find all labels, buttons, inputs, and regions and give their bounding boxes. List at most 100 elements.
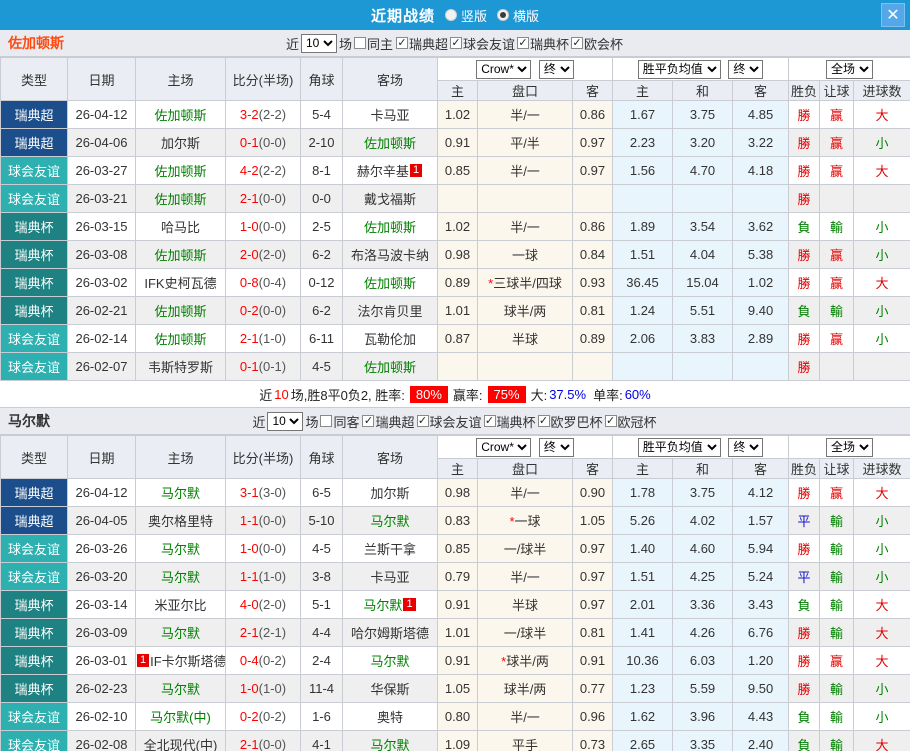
- avg-draw-odds: 4.70: [672, 156, 734, 185]
- league-filter[interactable]: ✓ 欧罗巴杯: [537, 412, 603, 431]
- subcol-odds-away: 客: [571, 80, 614, 101]
- match-date: 26-04-06: [67, 128, 136, 157]
- home-team: 加尔斯: [135, 128, 226, 157]
- match-row: 瑞典超 26-04-06 加尔斯 0-1(0-0) 2-10 佐加顿斯 0.91 平/半 0.9…: [0, 128, 910, 157]
- fulltime-score: 1-0: [239, 541, 259, 556]
- avg-away-odds: 2.40: [732, 730, 790, 751]
- match-score: 2-0(2-0): [225, 240, 301, 269]
- result-goals: 大: [853, 730, 910, 751]
- handicap: [477, 184, 573, 213]
- halftime-score: (0-0): [258, 541, 287, 556]
- league-filter[interactable]: ✓ 球会友谊: [416, 412, 482, 431]
- fulltime-score: 0-2: [239, 303, 259, 318]
- rounds-select[interactable]: 10: [300, 33, 337, 53]
- odds-company-select[interactable]: Crow*: [476, 437, 532, 457]
- odds-home: 0.80: [437, 702, 478, 731]
- odds-time-select[interactable]: 终: [538, 59, 574, 79]
- avg-away-odds: 4.85: [732, 100, 790, 129]
- odds-time-select[interactable]: 终: [538, 437, 574, 457]
- col-corner: 角球: [300, 57, 343, 101]
- profit-label: 赢率:: [452, 387, 483, 403]
- away-team: 卡马亚: [342, 562, 438, 591]
- corner-score: 11-4: [300, 674, 343, 703]
- handicap: 球半/两: [477, 296, 573, 325]
- home-team: 奥尔格里特: [135, 506, 226, 535]
- team-label: 佐加顿斯: [363, 220, 416, 235]
- home-team: 哈马比: [135, 212, 226, 241]
- odds-away: 0.97: [571, 534, 614, 563]
- home-team: 佐加顿斯: [135, 100, 226, 129]
- avg-type-select[interactable]: 胜平负均值: [637, 59, 721, 79]
- checkbox-checked-icon[interactable]: ✓: [537, 415, 550, 427]
- checkbox-checked-icon[interactable]: ✓: [517, 37, 530, 49]
- avg-away-odds: 1.57: [732, 506, 790, 535]
- scope-select[interactable]: 全场: [826, 437, 874, 457]
- league-badge: 瑞典超: [0, 506, 68, 535]
- league-badge: 瑞典杯: [0, 240, 68, 269]
- corner-score: 2-5: [300, 212, 343, 241]
- result-handicap: 赢: [819, 268, 855, 297]
- summary-bar: 近 10 场,胜8平0负2, 胜率: 80% 赢率: 75% 大: 37.5% 单率:…: [0, 381, 910, 408]
- checkbox-checked-icon[interactable]: ✓: [395, 37, 408, 49]
- league-filter-label: 瑞典超: [375, 414, 415, 430]
- scope-dropdown-group: 全场: [788, 435, 910, 459]
- same-venue-filter[interactable]: 同主: [353, 34, 393, 53]
- checkbox-checked-icon[interactable]: ✓: [416, 415, 429, 427]
- team-label: 佐加顿斯: [154, 108, 207, 123]
- odds-home: [437, 184, 478, 213]
- league-filter[interactable]: ✓ 欧会杯: [571, 34, 623, 53]
- result-handicap: 赢: [819, 478, 855, 507]
- match-date: 26-02-14: [67, 324, 136, 353]
- home-team: 佐加顿斯: [135, 296, 226, 325]
- fulltime-score: 2-1: [239, 737, 259, 751]
- avg-type-select[interactable]: 胜平负均值: [637, 437, 721, 457]
- checkbox-checked-icon[interactable]: ✓: [450, 37, 462, 49]
- checkbox-checked-icon[interactable]: ✓: [571, 37, 584, 49]
- corner-score: 3-8: [300, 562, 343, 591]
- league-filter[interactable]: ✓ 瑞典杯: [483, 412, 536, 431]
- same-venue-filter[interactable]: 同客: [320, 412, 359, 431]
- team-label: 马尔默: [160, 570, 200, 585]
- layout-horizontal-option[interactable]: 横版: [487, 6, 539, 25]
- league-filter[interactable]: ✓ 瑞典超: [395, 34, 448, 53]
- league-filter[interactable]: ✓ 欧冠杯: [604, 412, 657, 431]
- radio-checked-icon[interactable]: [497, 9, 509, 21]
- games-label: 场: [338, 36, 352, 52]
- match-row: 瑞典杯 26-02-21 佐加顿斯 0-2(0-0) 6-2 法尔肯贝里 1.01 球半/两 0…: [0, 296, 910, 325]
- odds-company-select[interactable]: Crow*: [476, 59, 532, 79]
- league-badge: 球会友谊: [0, 702, 68, 731]
- avg-draw-odds: 3.75: [672, 100, 734, 129]
- league-filter[interactable]: ✓ 瑞典杯: [517, 34, 569, 53]
- home-team: 马尔默(中): [135, 702, 226, 731]
- big-value: 37.5%: [549, 386, 587, 402]
- odds-away: 0.77: [571, 674, 614, 703]
- layout-vertical-option[interactable]: 竖版: [435, 6, 487, 25]
- odds-away: 0.86: [571, 212, 614, 241]
- handicap: 半球: [477, 590, 573, 619]
- scope-select[interactable]: 全场: [826, 59, 874, 79]
- match-date: 26-03-26: [67, 534, 136, 563]
- fulltime-score: 1-1: [239, 513, 259, 528]
- result-goals: 大: [853, 268, 910, 297]
- avg-home-odds: 1.51: [612, 562, 674, 591]
- team-label: 马尔默: [160, 682, 200, 697]
- rounds-select[interactable]: 10: [267, 411, 304, 431]
- away-team: 马尔默: [342, 730, 438, 751]
- avg-time-select[interactable]: 终: [728, 437, 764, 457]
- avg-time-select[interactable]: 终: [728, 59, 764, 79]
- result-wdl: 勝: [788, 240, 821, 269]
- layout-vertical-label: 竖版: [460, 8, 487, 24]
- checkbox-unchecked-icon[interactable]: [353, 37, 366, 49]
- changed-odds-star: *: [488, 276, 494, 291]
- checkbox-unchecked-icon[interactable]: [320, 415, 333, 427]
- result-goals: 小: [853, 562, 910, 591]
- league-filter[interactable]: ✓ 球会友谊: [450, 34, 515, 53]
- close-button[interactable]: ✕: [881, 3, 905, 27]
- checkbox-checked-icon[interactable]: ✓: [362, 415, 375, 427]
- checkbox-checked-icon[interactable]: ✓: [483, 415, 496, 427]
- checkbox-checked-icon[interactable]: ✓: [604, 415, 617, 427]
- radio-unchecked-icon[interactable]: [444, 9, 457, 21]
- league-filter[interactable]: ✓ 瑞典超: [362, 412, 415, 431]
- odds-away: [571, 352, 614, 381]
- league-filter-label: 瑞典超: [408, 36, 448, 52]
